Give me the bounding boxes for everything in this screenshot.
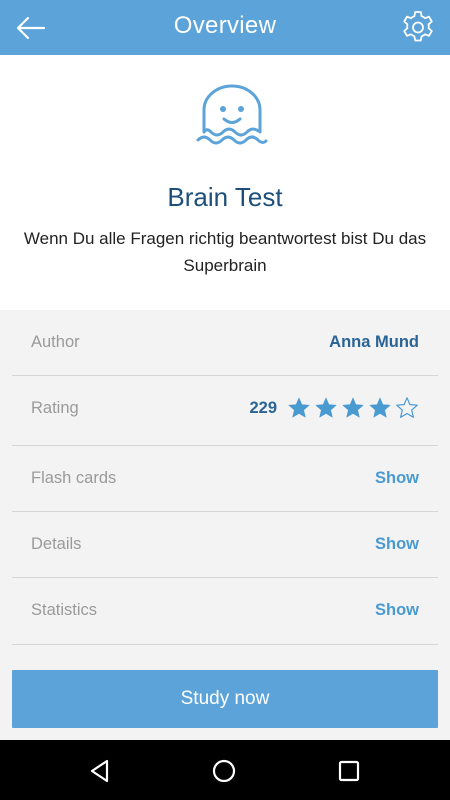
rating-stars bbox=[287, 396, 419, 420]
details-label: Details bbox=[31, 535, 82, 553]
rating-row: Rating 229 bbox=[12, 376, 438, 446]
study-now-button[interactable]: Study now bbox=[12, 670, 438, 728]
rating-label: Rating bbox=[31, 399, 79, 417]
details-row[interactable]: Details Show bbox=[12, 512, 438, 578]
rating-count: 229 bbox=[249, 399, 277, 417]
star-filled-icon bbox=[342, 397, 364, 418]
star-empty-icon bbox=[396, 397, 418, 418]
ghost-icon bbox=[196, 84, 268, 145]
flashcards-show-link[interactable]: Show bbox=[375, 446, 419, 510]
nav-recents-icon[interactable] bbox=[336, 758, 362, 784]
star-filled-icon bbox=[288, 397, 310, 418]
statistics-show-link[interactable]: Show bbox=[375, 578, 419, 642]
nav-back-icon[interactable] bbox=[87, 758, 113, 784]
rating-value: 229 bbox=[249, 376, 419, 440]
star-filled-icon bbox=[369, 397, 391, 418]
flashcards-label: Flash cards bbox=[31, 469, 117, 487]
flashcards-row[interactable]: Flash cards Show bbox=[12, 446, 438, 512]
gear-icon[interactable] bbox=[400, 9, 436, 45]
nav-home-icon[interactable] bbox=[211, 758, 237, 784]
author-value[interactable]: Anna Mund bbox=[329, 310, 419, 374]
statistics-label: Statistics bbox=[31, 601, 98, 619]
page-title: Overview bbox=[173, 12, 277, 39]
statistics-row[interactable]: Statistics Show bbox=[12, 578, 438, 645]
author-label: Author bbox=[31, 333, 80, 351]
author-row: Author Anna Mund bbox=[12, 310, 438, 376]
deck-detail-list: Author Anna Mund Rating 229 Flash cards … bbox=[0, 310, 450, 645]
system-nav-bar bbox=[0, 740, 450, 800]
star-filled-icon bbox=[315, 397, 337, 418]
app-bar: Overview bbox=[0, 0, 450, 55]
deck-title: Brain Test bbox=[167, 182, 283, 212]
deck-header: Brain Test Wenn Du alle Fragen richtig b… bbox=[0, 55, 450, 310]
details-show-link[interactable]: Show bbox=[375, 512, 419, 576]
deck-description: Wenn Du alle Fragen richtig beantwortest… bbox=[23, 229, 427, 275]
